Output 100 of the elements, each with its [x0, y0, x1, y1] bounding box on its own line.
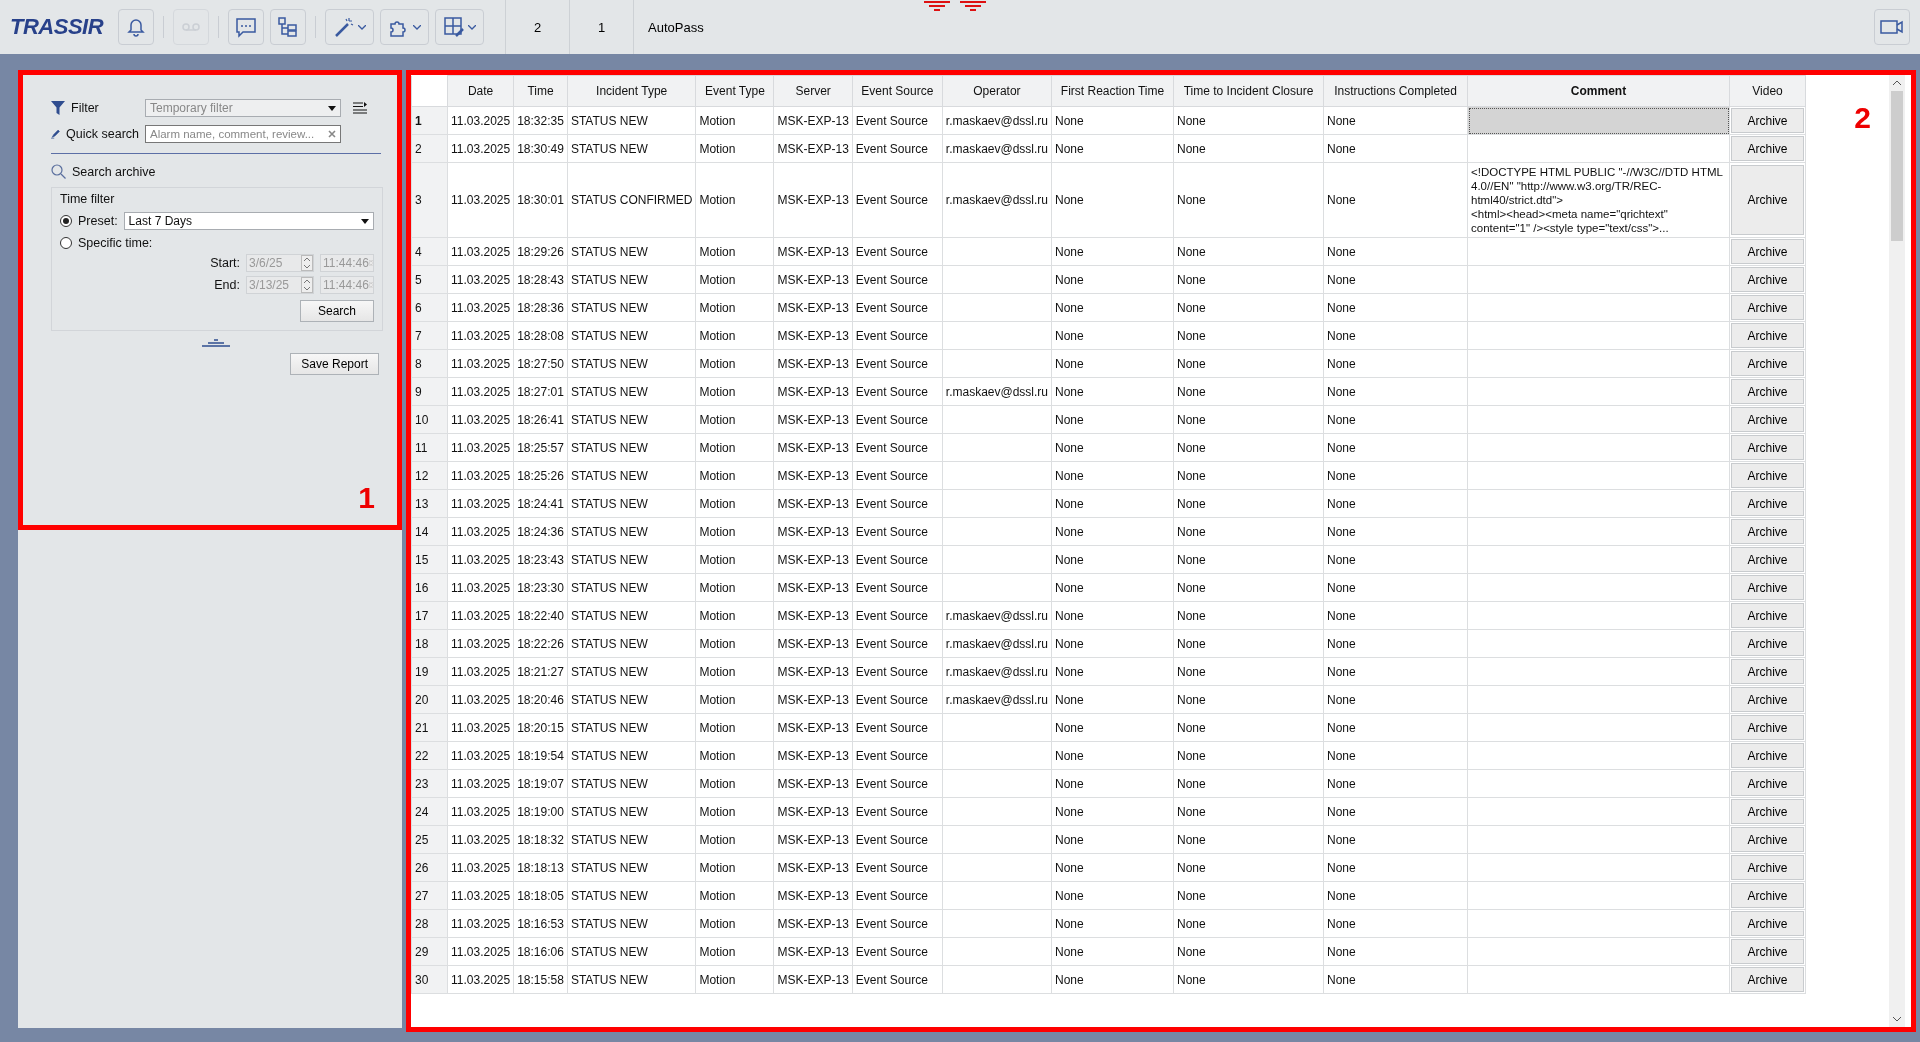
- row-number[interactable]: 13: [411, 489, 448, 518]
- column-header[interactable]: Incident Type: [567, 75, 696, 107]
- archive-button[interactable]: Archive: [1731, 323, 1805, 348]
- row-number[interactable]: 15: [411, 545, 448, 574]
- radio-button[interactable]: [60, 215, 72, 227]
- archive-button[interactable]: Archive: [1731, 827, 1805, 852]
- row-number[interactable]: 27: [411, 881, 448, 910]
- row-number[interactable]: 3: [411, 162, 448, 238]
- archive-button[interactable]: Archive: [1731, 771, 1805, 796]
- archive-button[interactable]: Archive: [1731, 519, 1805, 544]
- archive-button[interactable]: Archive: [1731, 855, 1805, 880]
- archive-button[interactable]: Archive: [1731, 407, 1805, 432]
- preset-dropdown[interactable]: Last 7 Days: [123, 212, 374, 230]
- row-number[interactable]: 18: [411, 629, 448, 658]
- toolbar-button[interactable]: [228, 9, 265, 45]
- clear-icon[interactable]: [328, 130, 336, 138]
- archive-button[interactable]: Archive: [1731, 491, 1805, 516]
- row-number[interactable]: 30: [411, 965, 448, 994]
- radio-button[interactable]: [60, 237, 72, 249]
- archive-button[interactable]: Archive: [1731, 351, 1805, 376]
- column-header[interactable]: Comment: [1467, 75, 1730, 107]
- column-header[interactable]: Operator: [942, 75, 1052, 107]
- archive-button[interactable]: Archive: [1731, 165, 1805, 235]
- row-number[interactable]: 14: [411, 517, 448, 546]
- table-cell: None: [1051, 965, 1174, 994]
- search-button[interactable]: Search: [300, 300, 374, 322]
- archive-button[interactable]: Archive: [1731, 631, 1805, 656]
- column-header[interactable]: Server: [773, 75, 853, 107]
- row-number[interactable]: 4: [411, 237, 448, 266]
- row-number[interactable]: 24: [411, 797, 448, 826]
- toolbar-button[interactable]: [118, 9, 155, 45]
- row-number[interactable]: 22: [411, 741, 448, 770]
- scrollbar-thumb[interactable]: [1891, 91, 1903, 241]
- archive-button[interactable]: Archive: [1731, 108, 1805, 133]
- scroll-down-icon[interactable]: [1892, 1015, 1902, 1023]
- row-number[interactable]: 29: [411, 937, 448, 966]
- collapse-icon[interactable]: [202, 339, 230, 347]
- column-header[interactable]: First Reaction Time: [1051, 75, 1174, 107]
- camera-button[interactable]: [1874, 9, 1910, 45]
- archive-button[interactable]: Archive: [1731, 603, 1805, 628]
- toolbar-button[interactable]: [325, 9, 375, 45]
- column-header[interactable]: Video: [1729, 75, 1806, 107]
- archive-button[interactable]: Archive: [1731, 911, 1805, 936]
- archive-button[interactable]: Archive: [1731, 547, 1805, 572]
- table-cell: 11.03.2025: [447, 629, 514, 658]
- row-number[interactable]: 28: [411, 909, 448, 938]
- archive-button[interactable]: Archive: [1731, 575, 1805, 600]
- column-header[interactable]: Event Source: [852, 75, 943, 107]
- row-number[interactable]: 7: [411, 321, 448, 350]
- row-number[interactable]: 6: [411, 293, 448, 322]
- column-header[interactable]: Instructions Completed: [1323, 75, 1468, 107]
- archive-button[interactable]: Archive: [1731, 967, 1805, 992]
- row-number[interactable]: 12: [411, 461, 448, 490]
- row-number[interactable]: 9: [411, 377, 448, 406]
- archive-button[interactable]: Archive: [1731, 435, 1805, 460]
- row-number[interactable]: 21: [411, 713, 448, 742]
- row-number[interactable]: 17: [411, 601, 448, 630]
- table-cell: 11.03.2025: [447, 685, 514, 714]
- row-number[interactable]: 26: [411, 853, 448, 882]
- table-cell: 18:27:01: [513, 377, 568, 406]
- row-number[interactable]: 11: [411, 433, 448, 462]
- row-number[interactable]: 20: [411, 685, 448, 714]
- row-number[interactable]: 25: [411, 825, 448, 854]
- list-menu-icon[interactable]: [353, 102, 367, 114]
- quick-search-field[interactable]: Alarm name, comment, review...: [145, 125, 341, 143]
- toolbar-button[interactable]: [270, 9, 307, 45]
- layout-tab[interactable]: AutoPass: [634, 0, 718, 54]
- column-header[interactable]: Date: [447, 75, 514, 107]
- row-number[interactable]: 5: [411, 265, 448, 294]
- row-number[interactable]: 19: [411, 657, 448, 686]
- table-cell: Event Source: [852, 377, 943, 406]
- row-number[interactable]: 10: [411, 405, 448, 434]
- archive-button[interactable]: Archive: [1731, 687, 1805, 712]
- save-report-button[interactable]: Save Report: [290, 353, 379, 375]
- toolbar-button[interactable]: [435, 9, 485, 45]
- archive-button[interactable]: Archive: [1731, 239, 1805, 264]
- row-number[interactable]: 1: [411, 106, 448, 135]
- archive-button[interactable]: Archive: [1731, 743, 1805, 768]
- archive-button[interactable]: Archive: [1731, 883, 1805, 908]
- archive-button[interactable]: Archive: [1731, 715, 1805, 740]
- archive-button[interactable]: Archive: [1731, 799, 1805, 824]
- column-header[interactable]: Event Type: [695, 75, 774, 107]
- archive-button[interactable]: Archive: [1731, 463, 1805, 488]
- row-number[interactable]: 16: [411, 573, 448, 602]
- row-number[interactable]: 23: [411, 769, 448, 798]
- archive-button[interactable]: Archive: [1731, 379, 1805, 404]
- scroll-up-icon[interactable]: [1892, 79, 1902, 87]
- archive-button[interactable]: Archive: [1731, 939, 1805, 964]
- row-number[interactable]: 8: [411, 349, 448, 378]
- archive-button[interactable]: Archive: [1731, 659, 1805, 684]
- toolbar-button[interactable]: [380, 9, 430, 45]
- scrollbar[interactable]: [1889, 75, 1905, 1027]
- column-header[interactable]: Time: [513, 75, 568, 107]
- layout-tab[interactable]: 2: [506, 0, 571, 54]
- layout-tab[interactable]: 1: [570, 0, 635, 54]
- row-number[interactable]: 2: [411, 134, 448, 163]
- archive-button[interactable]: Archive: [1731, 267, 1805, 292]
- archive-button[interactable]: Archive: [1731, 136, 1805, 161]
- column-header[interactable]: Time to Incident Closure: [1173, 75, 1324, 107]
- archive-button[interactable]: Archive: [1731, 295, 1805, 320]
